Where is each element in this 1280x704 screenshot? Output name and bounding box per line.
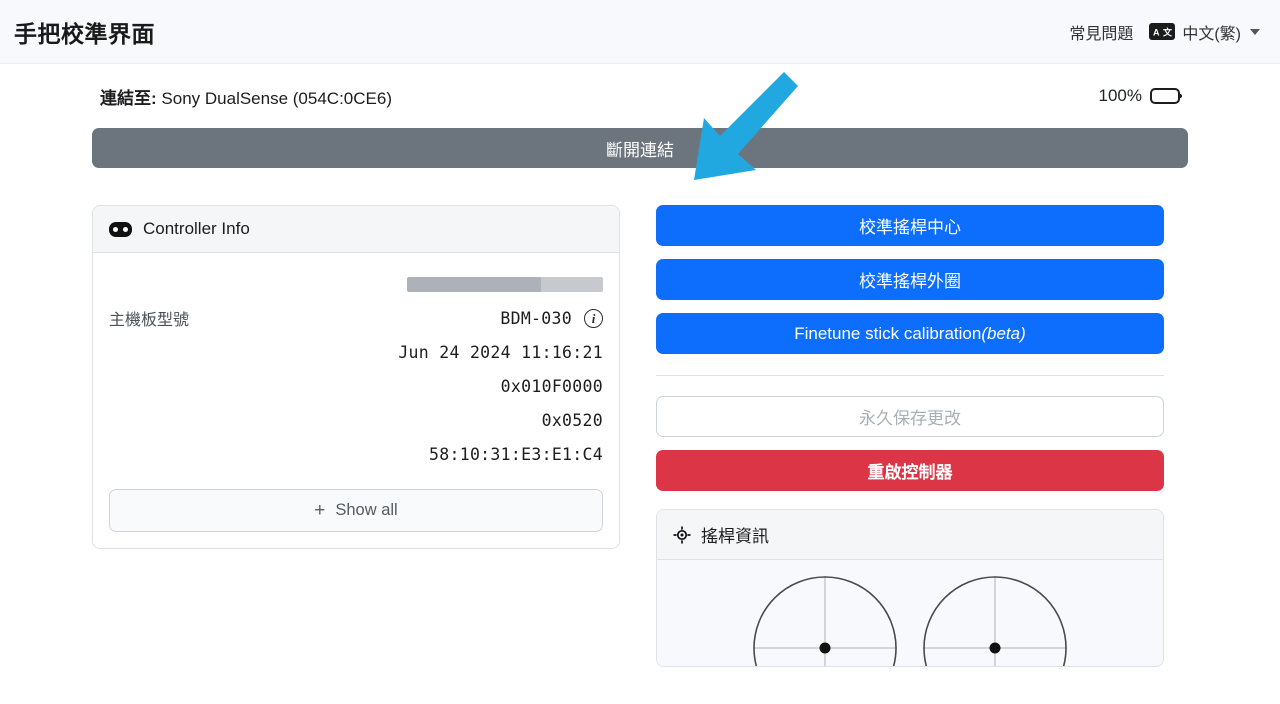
calibrate-stick-range-label: 校準搖桿外圈 xyxy=(859,272,961,291)
info-row: 0x0520 xyxy=(109,403,603,437)
controller-info-title: Controller Info xyxy=(143,219,250,238)
info-icon[interactable]: i xyxy=(584,308,603,328)
controller-info-header: Controller Info xyxy=(93,206,619,253)
connection-status: 連結至: Sony DualSense (054C:0CE6) xyxy=(100,84,392,109)
info-row: 主機板型號 BDM-030 i xyxy=(109,301,603,335)
actions-divider xyxy=(656,375,1164,376)
columns: Controller Info 主機板型號 BDM-030 i Jun 24 2… xyxy=(92,205,1188,667)
show-all-label: Show all xyxy=(335,501,398,519)
save-permanent-button[interactable]: 永久保存更改 xyxy=(656,396,1164,437)
calibrate-stick-range-button[interactable]: 校準搖桿外圈 xyxy=(656,259,1164,300)
controller-info-card: Controller Info 主機板型號 BDM-030 i Jun 24 2… xyxy=(92,205,620,549)
svg-text:A: A xyxy=(1153,27,1160,37)
restart-controller-button[interactable]: 重啟控制器 xyxy=(656,450,1164,491)
info-row-label: 主機板型號 xyxy=(109,312,190,329)
plus-icon: + xyxy=(314,500,326,521)
translate-icon: A 文 xyxy=(1149,23,1176,40)
info-row-value: BDM-030 xyxy=(500,308,572,328)
connection-row: 連結至: Sony DualSense (054C:0CE6) 100% xyxy=(92,64,1188,128)
info-row-value: 58:10:31:E3:E1:C4 xyxy=(429,444,603,464)
left-column: Controller Info 主機板型號 BDM-030 i Jun 24 2… xyxy=(92,205,620,667)
gamepad-icon xyxy=(109,221,132,237)
left-stick-visualizer[interactable] xyxy=(751,574,899,667)
right-column: 校準搖桿中心 校準搖桿外圈 Finetune stick calibration… xyxy=(656,205,1164,667)
language-selector[interactable]: A 文 中文(繁) xyxy=(1149,20,1260,44)
finetune-beta-label: (beta) xyxy=(981,323,1026,343)
battery-percent-label: 100% xyxy=(1098,86,1142,105)
stick-info-body xyxy=(657,560,1163,666)
redacted-value-bar xyxy=(407,276,603,292)
language-label: 中文(繁) xyxy=(1182,25,1241,43)
battery-indicator: 100% xyxy=(1098,86,1182,106)
info-row: 58:10:31:E3:E1:C4 xyxy=(109,437,603,471)
crosshair-icon xyxy=(673,526,691,544)
finetune-stick-calibration-button[interactable]: Finetune stick calibration (beta) xyxy=(656,313,1164,354)
info-row-value: 0x010F0000 xyxy=(500,376,603,396)
stick-info-title: 搖桿資訊 xyxy=(701,527,769,546)
page-title: 手把校準界面 xyxy=(14,20,155,47)
finetune-label: Finetune stick calibration xyxy=(794,323,982,343)
info-row xyxy=(109,267,603,301)
info-row-value: Jun 24 2024 11:16:21 xyxy=(398,342,603,362)
connected-device-name: Sony DualSense (054C:0CE6) xyxy=(161,88,392,108)
connection-prefix: 連結至: xyxy=(100,88,157,108)
app-header: 手把校準界面 常見問題 A 文 中文(繁) xyxy=(0,0,1280,64)
controller-info-body: 主機板型號 BDM-030 i Jun 24 2024 11:16:21 0x0… xyxy=(93,253,619,548)
show-all-button[interactable]: + Show all xyxy=(109,489,603,532)
main-content: 連結至: Sony DualSense (054C:0CE6) 100% 斷開連… xyxy=(0,64,1280,667)
battery-icon xyxy=(1150,88,1182,104)
chevron-down-icon xyxy=(1250,28,1260,35)
stick-info-header: 搖桿資訊 xyxy=(657,510,1163,560)
right-stick-visualizer[interactable] xyxy=(921,574,1069,667)
info-row: Jun 24 2024 11:16:21 xyxy=(109,335,603,369)
calibrate-stick-center-button[interactable]: 校準搖桿中心 xyxy=(656,205,1164,246)
faq-link[interactable]: 常見問題 xyxy=(1069,20,1133,44)
header-actions: 常見問題 A 文 中文(繁) xyxy=(1069,20,1260,44)
svg-text:文: 文 xyxy=(1162,26,1172,37)
info-row-value: 0x0520 xyxy=(541,410,603,430)
info-row: 0x010F0000 xyxy=(109,369,603,403)
disconnect-button[interactable]: 斷開連結 xyxy=(92,128,1188,168)
stick-info-card: 搖桿資訊 xyxy=(656,509,1164,667)
